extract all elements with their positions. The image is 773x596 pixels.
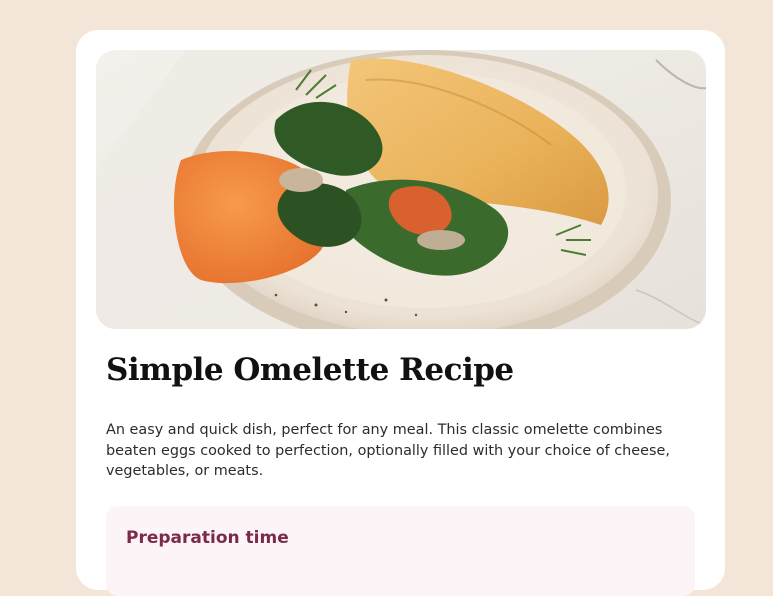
preparation-time-panel: Preparation time (106, 506, 695, 596)
recipe-description: An easy and quick dish, perfect for any … (106, 422, 670, 479)
recipe-image (96, 50, 706, 329)
omelette-photo (96, 50, 706, 329)
recipe-card: Simple Omelette Recipe An easy and quick… (76, 30, 725, 596)
recipe-title: Simple Omelette Recipe (106, 352, 514, 388)
preparation-time-heading: Preparation time (126, 528, 289, 548)
